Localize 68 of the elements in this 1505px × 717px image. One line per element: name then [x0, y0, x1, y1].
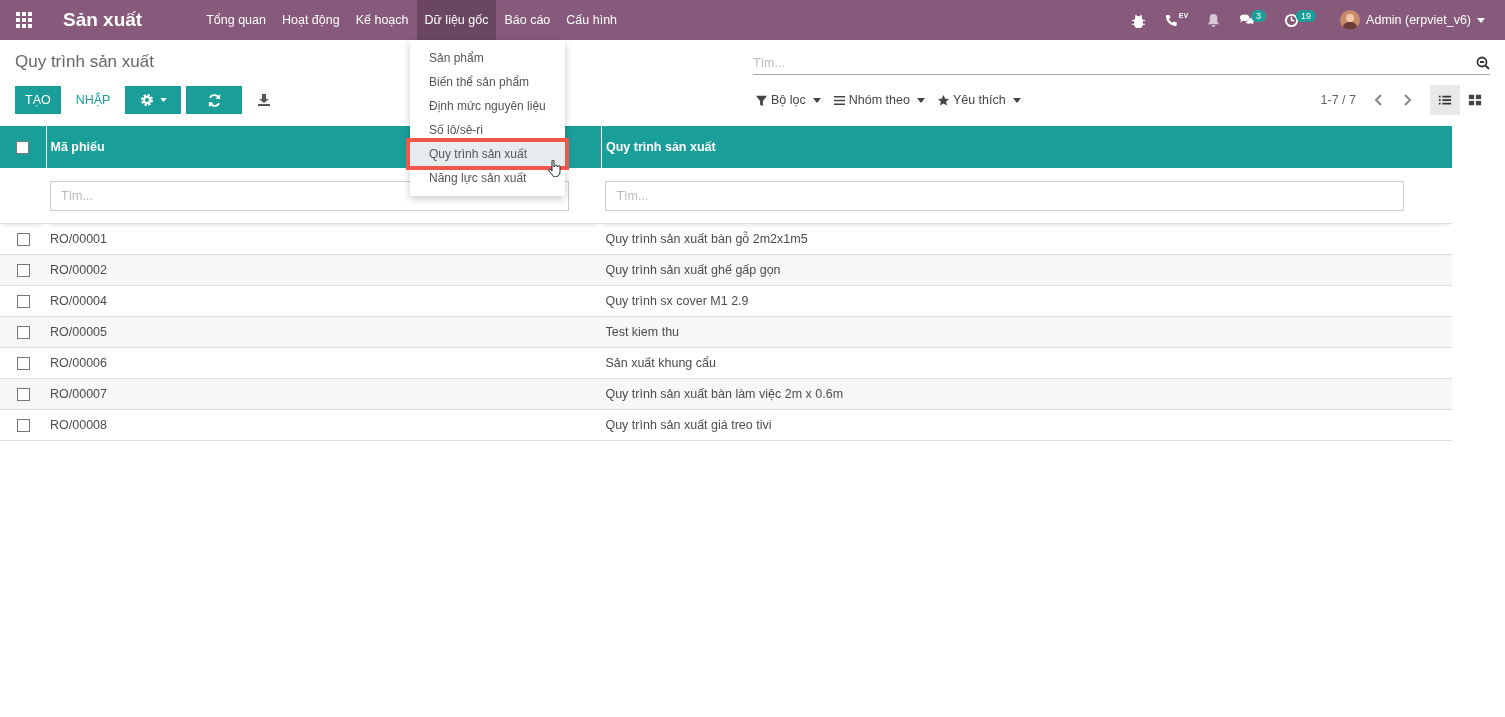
- select-all-checkbox[interactable]: [16, 141, 30, 155]
- caret-icon: [1012, 97, 1021, 103]
- filter-icon: [755, 93, 768, 107]
- caret-icon: [1477, 17, 1485, 23]
- dropdown-item[interactable]: Biến thể sản phẩm: [410, 70, 565, 94]
- column-filter-field[interactable]: Tìm...: [605, 180, 1405, 211]
- caret-icon: [916, 97, 925, 103]
- gear-icon: [139, 93, 154, 107]
- download-icon[interactable]: [257, 93, 272, 107]
- menu-item[interactable]: Tổng quan: [198, 0, 274, 40]
- menu-item[interactable]: Kế hoạch: [347, 0, 417, 40]
- table-cell: RO/00002: [50, 263, 107, 277]
- refresh-icon: [206, 92, 222, 108]
- table-cell: RO/00004: [50, 294, 107, 308]
- menu-item[interactable]: Hoạt động: [274, 0, 348, 40]
- menu-item[interactable]: Dữ liệu gốc: [416, 0, 497, 40]
- count-badge: 19: [1296, 10, 1317, 22]
- favorite-icon: [936, 93, 950, 107]
- row-checkbox[interactable]: [16, 326, 30, 340]
- dropdown-item[interactable]: Định mức nguyên liệu: [410, 94, 565, 118]
- page-title: Quy trình sản xuất: [15, 52, 154, 73]
- refresh-button[interactable]: [186, 86, 243, 114]
- row-checkbox[interactable]: [16, 264, 30, 278]
- group-icon: [832, 93, 846, 107]
- table-cell: Quy trình sản xuất giá treo tivi: [605, 418, 772, 432]
- import-button[interactable]: NHẬP: [65, 86, 121, 114]
- hand-cursor-icon: [548, 160, 562, 177]
- phone-icon[interactable]: [1163, 12, 1179, 28]
- count-badge: 3: [1251, 10, 1267, 22]
- avatar-icon: [1340, 10, 1361, 30]
- apps-menu-icon[interactable]: [15, 11, 33, 29]
- row-checkbox[interactable]: [16, 233, 30, 247]
- clock-icon[interactable]: [1284, 12, 1300, 28]
- row-checkbox[interactable]: [16, 357, 30, 371]
- table-cell: RO/00005: [50, 325, 107, 339]
- menu-item[interactable]: Cấu hình: [558, 0, 626, 40]
- filter-dropdown[interactable]: Bộ lọc: [753, 93, 823, 107]
- list-view-button[interactable]: [1430, 85, 1460, 115]
- favorite-dropdown[interactable]: Yêu thích: [934, 93, 1023, 107]
- table-cell: RO/00008: [50, 418, 107, 432]
- row-checkbox[interactable]: [16, 419, 30, 433]
- caret-icon: [812, 97, 821, 103]
- table-cell: Test kiem thu: [605, 325, 680, 339]
- table-cell: Quy trình sản xuất bàn gỗ 2m2x1m5: [605, 232, 808, 246]
- row-checkbox[interactable]: [16, 295, 30, 309]
- table-cell: Quy trình sản xuất ghế gấp gọn: [605, 263, 781, 277]
- list-icon: [1438, 93, 1452, 107]
- bell-icon[interactable]: [1206, 12, 1222, 28]
- settings-button[interactable]: [125, 86, 182, 114]
- dropdown-item[interactable]: Sản phẩm: [410, 46, 565, 70]
- search-icon[interactable]: [1476, 56, 1490, 70]
- table-cell: Quy trình sx cover M1 2.9: [605, 294, 749, 308]
- user-menu[interactable]: Admin (erpviet_v6): [1334, 9, 1491, 31]
- menu-item[interactable]: Báo cáo: [496, 0, 559, 40]
- caret-icon: [159, 98, 167, 102]
- next-icon[interactable]: [1402, 94, 1412, 106]
- row-checkbox[interactable]: [16, 388, 30, 402]
- table-cell: Quy trình sản xuất bàn làm việc 2m x 0.6m: [605, 387, 844, 401]
- table-cell: Sản xuất khung cẩu: [605, 356, 716, 370]
- app-title: Sản xuất: [63, 9, 143, 31]
- group-dropdown[interactable]: Nhóm theo: [830, 93, 927, 107]
- table-cell: RO/00001: [50, 232, 107, 246]
- bug-icon[interactable]: [1130, 12, 1146, 28]
- table-cell: RO/00007: [50, 387, 107, 401]
- kanban-icon: [1468, 93, 1482, 107]
- pager-counter: 1-7 / 7: [1320, 93, 1356, 107]
- previous-icon[interactable]: [1374, 94, 1384, 106]
- table-cell: RO/00006: [50, 356, 107, 370]
